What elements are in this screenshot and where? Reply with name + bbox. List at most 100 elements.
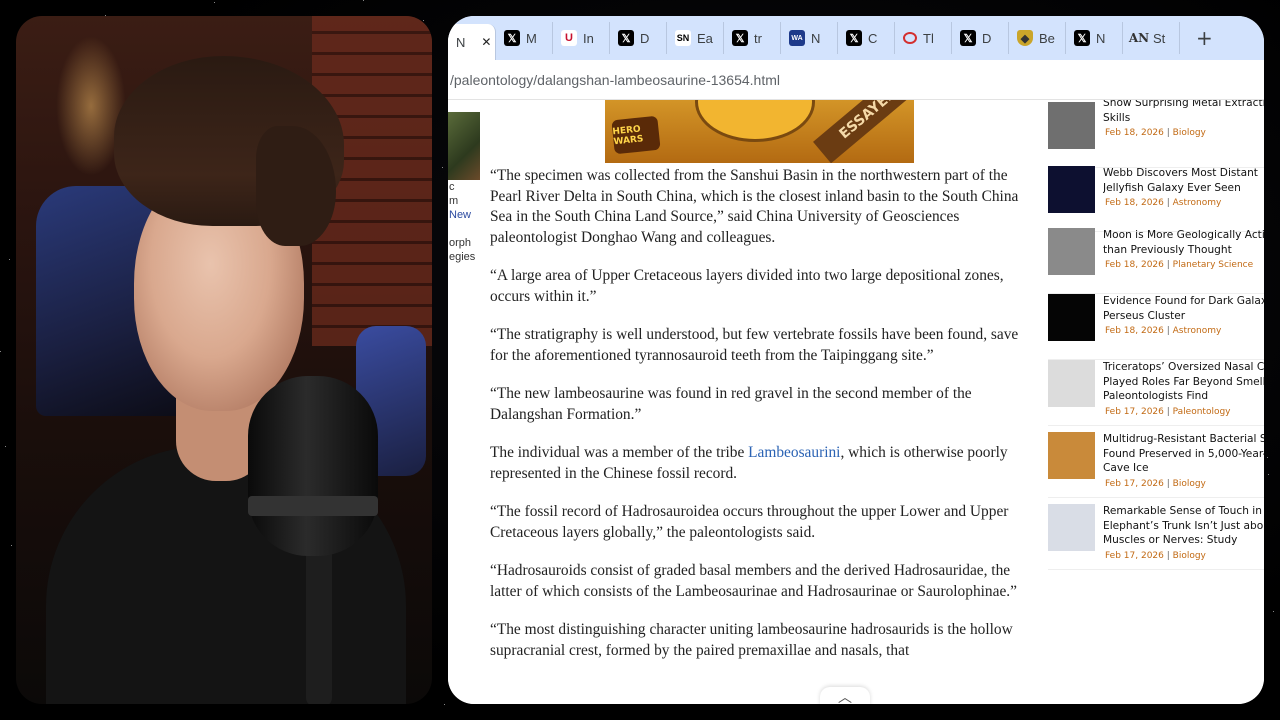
news-category[interactable]: Astronomy	[1173, 326, 1222, 336]
news-thumbnail[interactable]	[1048, 504, 1095, 551]
an-logo-icon: AN	[1128, 31, 1150, 45]
browser-tab[interactable]: ◆ Be	[1009, 22, 1066, 54]
news-title-line[interactable]: than Previously Thought	[1103, 243, 1264, 258]
news-title-line[interactable]: Evidence Found for Dark Galaxy in	[1103, 294, 1264, 309]
advertisement-banner[interactable]: HERO WARS ESSAYER	[605, 100, 914, 163]
news-date: Feb 18, 2026	[1105, 128, 1164, 138]
star-dot	[213, 2, 215, 4]
tab-label: N	[1096, 30, 1106, 46]
browser-tab[interactable]: SN Ea	[667, 22, 724, 54]
related-snippet-text[interactable]	[448, 222, 480, 236]
shield-logo-icon: ◆	[1017, 30, 1033, 46]
sidebar-news-item[interactable]: Webb Discovers Most Distant Jellyfish Gal…	[1048, 166, 1264, 232]
news-date: Feb 17, 2026	[1105, 550, 1164, 561]
news-category[interactable]: Biology	[1173, 551, 1206, 561]
article-paragraph: “The most distinguishing character uniti…	[490, 621, 1013, 659]
news-title[interactable]: Remarkable Sense of Touch in Elephant’s T…	[1103, 504, 1264, 548]
news-title-line[interactable]: Show Surprising Metal Extraction	[1103, 100, 1264, 111]
news-thumbnail[interactable]	[1048, 360, 1095, 407]
related-snippet-text[interactable]: orph	[448, 236, 480, 250]
related-snippet-text[interactable]: m	[448, 194, 480, 208]
news-meta: Feb 18, 2026 | Astronomy	[1105, 198, 1221, 208]
address-bar[interactable]: /paleontology/dalangshan-lambeosaurine-1…	[448, 60, 1264, 100]
news-title-line[interactable]: Moon is More Geologically Active	[1103, 228, 1264, 243]
news-meta: Feb 17, 2026 | Biology	[1105, 551, 1206, 561]
x-logo-icon: 𝕏	[504, 30, 520, 46]
news-title[interactable]: Triceratops’ Oversized Nasal CavityPlaye…	[1103, 360, 1264, 404]
news-title-line[interactable]: Triceratops’ Oversized Nasal Cavity	[1103, 360, 1264, 375]
sidebar-news-item[interactable]: Show Surprising Metal Extraction Skills Fe…	[1048, 100, 1264, 168]
scroll-to-top-button[interactable]: ︿	[820, 687, 870, 704]
news-thumbnail[interactable]	[1048, 102, 1095, 149]
news-title[interactable]: Show Surprising Metal Extraction Skills	[1103, 100, 1264, 125]
news-meta: Feb 18, 2026 | Astronomy	[1105, 326, 1221, 336]
left-related-strip[interactable]: c m New orph egies	[448, 112, 480, 272]
news-title-line[interactable]: Multidrug-Resistant Bacterial Strain	[1103, 432, 1264, 447]
url-text[interactable]: /paleontology/dalangshan-lambeosaurine-1…	[450, 72, 780, 88]
ad-brain-graphic	[695, 100, 815, 142]
news-thumbnail[interactable]	[1048, 432, 1095, 479]
browser-tab[interactable]: 𝕏N	[1066, 22, 1123, 54]
news-category[interactable]: Planetary Science	[1173, 260, 1254, 270]
news-thumbnail[interactable]	[1048, 228, 1095, 275]
news-title-line[interactable]: Found Preserved in 5,000-Year-Old	[1103, 447, 1264, 462]
sidebar-news-item[interactable]: Triceratops’ Oversized Nasal CavityPlaye…	[1048, 360, 1264, 426]
article-paragraph: “The new lambeosaurine was found in red …	[490, 385, 972, 423]
news-title[interactable]: Webb Discovers Most Distant Jellyfish Gal…	[1103, 166, 1264, 195]
news-title-line[interactable]: Skills	[1103, 111, 1264, 126]
article-paragraph: “The stratigraphy is well understood, bu…	[490, 326, 1019, 364]
news-title-line[interactable]: Cave Ice	[1103, 461, 1264, 476]
news-date: Feb 18, 2026	[1105, 198, 1164, 208]
news-title-line[interactable]: Elephant’s Trunk Isn’t Just about	[1103, 519, 1264, 534]
star-dot	[441, 166, 443, 168]
tab-label: N	[456, 34, 466, 50]
star-dot	[1267, 474, 1269, 476]
news-title-line[interactable]: Played Roles Far Beyond Smell,	[1103, 375, 1264, 390]
browser-tab[interactable]: 𝕏M	[496, 22, 553, 54]
close-tab-icon[interactable]: ✕	[481, 35, 491, 49]
tab-label: Ea	[697, 30, 713, 46]
sidebar-news-item[interactable]: Multidrug-Resistant Bacterial StrainFoun…	[1048, 432, 1264, 498]
news-category[interactable]: Astronomy	[1173, 198, 1222, 208]
browser-tab[interactable]: AN St	[1123, 22, 1180, 54]
sidebar-news-item[interactable]: Moon is More Geologically Active than Pre…	[1048, 228, 1264, 294]
lambeosaurini-link[interactable]: Lambeosaurini	[748, 444, 840, 461]
article-paragraph: “The fossil record of Hadrosauroidea occ…	[490, 503, 1009, 541]
article-paragraph: “Hadrosauroids consist of graded basal m…	[490, 562, 1017, 600]
browser-tab[interactable]: 𝕏tr	[724, 22, 781, 54]
news-category[interactable]: Biology	[1173, 479, 1206, 489]
browser-tab[interactable]: 𝕏C	[838, 22, 895, 54]
news-title[interactable]: Moon is More Geologically Active than Pre…	[1103, 228, 1264, 257]
tab-label: N	[811, 30, 821, 46]
x-logo-icon: 𝕏	[960, 30, 976, 46]
star-dot	[1267, 457, 1269, 459]
browser-tab[interactable]: 𝕏D	[610, 22, 667, 54]
news-title-line[interactable]: Muscles or Nerves: Study	[1103, 533, 1264, 548]
news-thumbnail[interactable]	[1048, 166, 1095, 213]
star-dot	[0, 350, 2, 352]
sidebar-news-item[interactable]: Evidence Found for Dark Galaxy inPerseus…	[1048, 294, 1264, 360]
related-snippet-text[interactable]: egies	[448, 250, 480, 264]
tab-label: Be	[1039, 30, 1055, 46]
news-title-line[interactable]: Paleontologists Find	[1103, 389, 1264, 404]
news-title-line[interactable]: Jellyfish Galaxy Ever Seen	[1103, 181, 1264, 196]
browser-tab[interactable]: Tl	[895, 22, 952, 54]
browser-tab[interactable]: U In	[553, 22, 610, 54]
news-title[interactable]: Evidence Found for Dark Galaxy inPerseus…	[1103, 294, 1264, 323]
news-title-line[interactable]: Perseus Cluster	[1103, 309, 1264, 324]
related-snippet-text[interactable]: New	[448, 208, 480, 222]
news-thumbnail[interactable]	[1048, 294, 1095, 341]
sidebar-news-item[interactable]: Remarkable Sense of Touch in Elephant’s T…	[1048, 504, 1264, 570]
browser-tab[interactable]: WA N	[781, 22, 838, 54]
browser-tab[interactable]: N ✕	[448, 24, 496, 60]
new-tab-button[interactable]: +	[1196, 26, 1213, 50]
news-category[interactable]: Biology	[1173, 128, 1206, 138]
related-thumbnail[interactable]	[448, 112, 480, 180]
news-date: Feb 17, 2026	[1105, 478, 1164, 489]
news-title-line[interactable]: Remarkable Sense of Touch in	[1103, 504, 1264, 519]
related-snippet-text[interactable]: c	[448, 180, 480, 194]
browser-tab[interactable]: 𝕏D	[952, 22, 1009, 54]
news-title-line[interactable]: Webb Discovers Most Distant	[1103, 166, 1264, 181]
news-category[interactable]: Paleontology	[1173, 407, 1231, 417]
news-title[interactable]: Multidrug-Resistant Bacterial StrainFoun…	[1103, 432, 1264, 476]
